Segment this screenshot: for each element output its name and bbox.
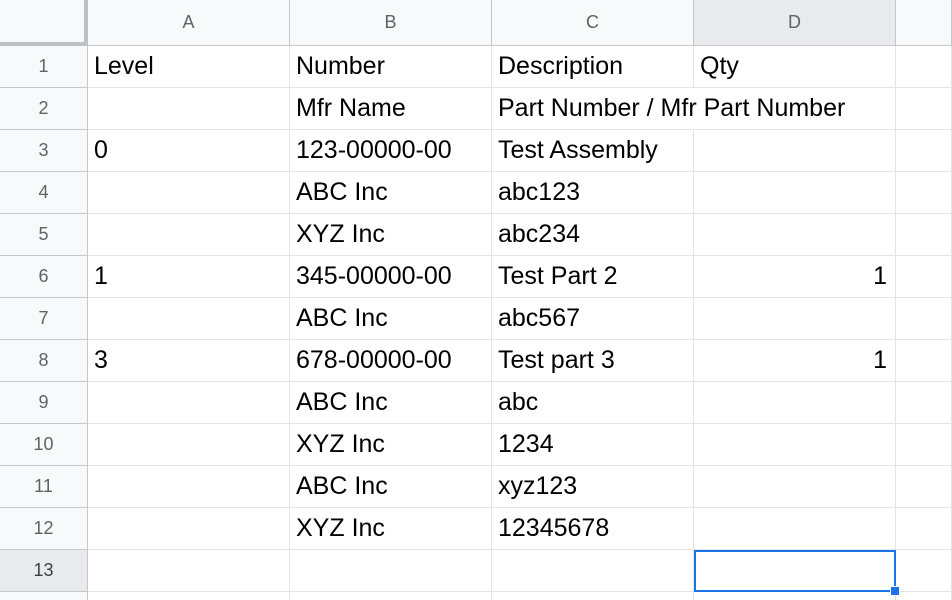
- cell-b12[interactable]: XYZ Inc: [290, 508, 492, 550]
- cell-e14[interactable]: [896, 592, 952, 600]
- cell-c6[interactable]: Test Part 2: [492, 256, 694, 298]
- cell-e1[interactable]: [896, 46, 952, 88]
- cell-a10[interactable]: [88, 424, 290, 466]
- cell-d7[interactable]: [694, 298, 896, 340]
- row-header-9[interactable]: 9: [0, 382, 88, 424]
- cell-c2[interactable]: Part Number / Mfr Part Number: [492, 88, 845, 130]
- cell-a14[interactable]: [88, 592, 290, 600]
- cell-b13[interactable]: [290, 550, 492, 592]
- cell-c14[interactable]: [492, 592, 694, 600]
- cell-b6[interactable]: 345-00000-00: [290, 256, 492, 298]
- cell-e12[interactable]: [896, 508, 952, 550]
- cell-a5[interactable]: [88, 214, 290, 256]
- row-header-1[interactable]: 1: [0, 46, 88, 88]
- select-all-corner[interactable]: [0, 0, 88, 46]
- cell-b3[interactable]: 123-00000-00: [290, 130, 492, 172]
- cell-e13[interactable]: [896, 550, 952, 592]
- cell-d12[interactable]: [694, 508, 896, 550]
- cell-d3[interactable]: [694, 130, 896, 172]
- cell-e8[interactable]: [896, 340, 952, 382]
- row-header-13[interactable]: 13: [0, 550, 88, 592]
- cell-d6[interactable]: 1: [694, 256, 896, 298]
- cell-d14[interactable]: [694, 592, 896, 600]
- cell-c1[interactable]: Description: [492, 46, 694, 88]
- cell-c8[interactable]: Test part 3: [492, 340, 694, 382]
- cell-c10[interactable]: 1234: [492, 424, 694, 466]
- cell-a11[interactable]: [88, 466, 290, 508]
- cell-e11[interactable]: [896, 466, 952, 508]
- cell-d2[interactable]: [694, 88, 896, 130]
- row-header-10[interactable]: 10: [0, 424, 88, 466]
- cell-a6[interactable]: 1: [88, 256, 290, 298]
- row-header-11[interactable]: 11: [0, 466, 88, 508]
- cell-a9[interactable]: [88, 382, 290, 424]
- cell-e6[interactable]: [896, 256, 952, 298]
- cell-b8[interactable]: 678-00000-00: [290, 340, 492, 382]
- cell-b11[interactable]: ABC Inc: [290, 466, 492, 508]
- cell-d9[interactable]: [694, 382, 896, 424]
- cell-c12[interactable]: 12345678: [492, 508, 694, 550]
- row-header-5[interactable]: 5: [0, 214, 88, 256]
- cell-d8[interactable]: 1: [694, 340, 896, 382]
- cell-a12[interactable]: [88, 508, 290, 550]
- cell-a7[interactable]: [88, 298, 290, 340]
- cell-c7[interactable]: abc567: [492, 298, 694, 340]
- cell-c3[interactable]: Test Assembly: [492, 130, 694, 172]
- cell-e10[interactable]: [896, 424, 952, 466]
- cell-a2[interactable]: [88, 88, 290, 130]
- fill-handle[interactable]: [890, 586, 900, 596]
- column-header-a[interactable]: A: [88, 0, 290, 46]
- cell-e5[interactable]: [896, 214, 952, 256]
- cell-d10[interactable]: [694, 424, 896, 466]
- cell-c13[interactable]: [492, 550, 694, 592]
- cell-a3[interactable]: 0: [88, 130, 290, 172]
- cell-a8[interactable]: 3: [88, 340, 290, 382]
- row-header-3[interactable]: 3: [0, 130, 88, 172]
- cell-c4[interactable]: abc123: [492, 172, 694, 214]
- cell-b1[interactable]: Number: [290, 46, 492, 88]
- cell-b5[interactable]: XYZ Inc: [290, 214, 492, 256]
- cell-c5[interactable]: abc234: [492, 214, 694, 256]
- cell-b4[interactable]: ABC Inc: [290, 172, 492, 214]
- row-header-14[interactable]: [0, 592, 88, 600]
- cell-b2[interactable]: Mfr Name: [290, 88, 492, 130]
- row-header-12[interactable]: 12: [0, 508, 88, 550]
- row-header-6[interactable]: 6: [0, 256, 88, 298]
- cell-c11[interactable]: xyz123: [492, 466, 694, 508]
- column-header-d[interactable]: D: [694, 0, 896, 46]
- cell-e7[interactable]: [896, 298, 952, 340]
- cell-e9[interactable]: [896, 382, 952, 424]
- column-header-b[interactable]: B: [290, 0, 492, 46]
- cell-e3[interactable]: [896, 130, 952, 172]
- cell-e2[interactable]: [896, 88, 952, 130]
- cell-d5[interactable]: [694, 214, 896, 256]
- cell-b9[interactable]: ABC Inc: [290, 382, 492, 424]
- cell-e4[interactable]: [896, 172, 952, 214]
- cell-d4[interactable]: [694, 172, 896, 214]
- cell-b14[interactable]: [290, 592, 492, 600]
- cell-a4[interactable]: [88, 172, 290, 214]
- cell-b7[interactable]: ABC Inc: [290, 298, 492, 340]
- cell-d13[interactable]: [694, 550, 900, 596]
- row-header-2[interactable]: 2: [0, 88, 88, 130]
- cell-c9[interactable]: abc: [492, 382, 694, 424]
- cell-b10[interactable]: XYZ Inc: [290, 424, 492, 466]
- row-header-4[interactable]: 4: [0, 172, 88, 214]
- cell-d1[interactable]: Qty: [694, 46, 896, 88]
- cell-d11[interactable]: [694, 466, 896, 508]
- column-header-e[interactable]: [896, 0, 952, 46]
- column-header-c[interactable]: C: [492, 0, 694, 46]
- row-header-8[interactable]: 8: [0, 340, 88, 382]
- spreadsheet-grid: A B C D 1 Level Number Description Qty 2 Mfr N…: [0, 0, 952, 600]
- cell-a13[interactable]: [88, 550, 290, 592]
- row-header-7[interactable]: 7: [0, 298, 88, 340]
- cell-a1[interactable]: Level: [88, 46, 290, 88]
